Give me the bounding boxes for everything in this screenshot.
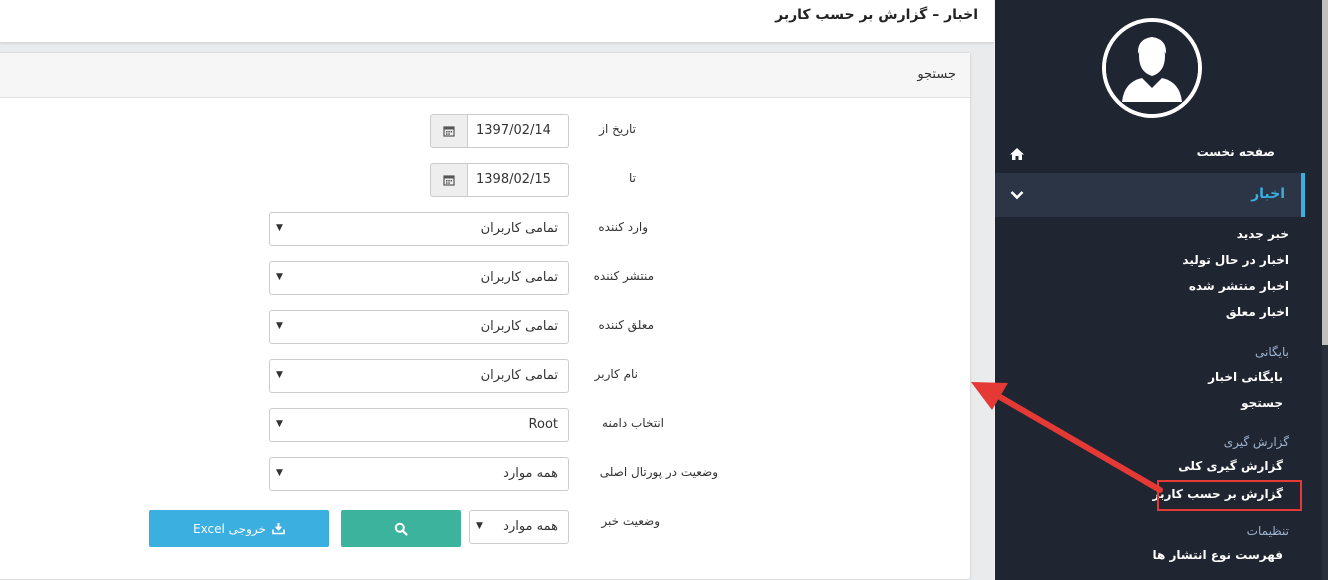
- search-button[interactable]: [341, 510, 461, 547]
- dropdown-arrow-icon: ▼: [276, 272, 283, 282]
- username-value: تمامی کاربران: [480, 368, 558, 383]
- suspended-by-label: معلق کننده: [598, 318, 654, 332]
- sidebar-item-suspended-news[interactable]: اخبار معلق: [1226, 305, 1289, 319]
- domain-value: Root: [528, 417, 558, 432]
- domain-label: انتخاب دامنه: [602, 416, 664, 430]
- profile-area: [995, 0, 1305, 140]
- dropdown-arrow-icon: ▼: [276, 321, 283, 331]
- date-from-label: تاریخ از: [599, 122, 636, 136]
- date-to-group: 1398/02/15: [430, 163, 569, 197]
- username-label: نام کاربر: [594, 367, 638, 381]
- home-icon: [1009, 147, 1025, 164]
- published-by-select[interactable]: تمامی کاربران ▼: [269, 261, 569, 295]
- dropdown-arrow-icon: ▼: [276, 223, 283, 233]
- entered-by-select[interactable]: تمامی کاربران ▼: [269, 212, 569, 246]
- domain-select[interactable]: Root ▼: [269, 408, 569, 442]
- suspended-by-select[interactable]: تمامی کاربران ▼: [269, 310, 569, 344]
- date-to-label: تا: [629, 171, 636, 185]
- calendar-button[interactable]: [430, 114, 468, 148]
- search-icon: [394, 522, 408, 536]
- panel-title: جستجو: [917, 67, 956, 82]
- sidebar-item-published-news[interactable]: اخبار منتشر شده: [1189, 279, 1289, 293]
- sidebar-item-news-archive[interactable]: بایگانی اخبار: [1208, 370, 1283, 384]
- top-title-bar: اخبار – گزارش بر حسب کاربر: [0, 0, 994, 43]
- portal-status-value: همه موارد: [503, 466, 558, 481]
- sidebar-group-archive: بایگانی: [1255, 345, 1289, 359]
- date-to-input[interactable]: 1398/02/15: [468, 163, 569, 197]
- sidebar-scrollbar[interactable]: [1322, 0, 1328, 580]
- sidebar-group-settings: تنظیمات: [1246, 524, 1289, 538]
- username-select[interactable]: تمامی کاربران ▼: [269, 359, 569, 393]
- excel-button-label: خروجی Excel: [193, 521, 266, 536]
- entered-by-label: وارد کننده: [598, 220, 648, 234]
- panel-header: جستجو: [0, 53, 970, 98]
- suspended-by-value: تمامی کاربران: [480, 319, 558, 334]
- portal-status-label: وضعیت در پورتال اصلی: [599, 465, 718, 479]
- news-status-value: همه موارد: [503, 519, 558, 534]
- sidebar-item-general-report[interactable]: گزارش گیری کلی: [1178, 459, 1283, 473]
- portal-status-select[interactable]: همه موارد ▼: [269, 457, 569, 491]
- news-section-label: اخبار: [1251, 186, 1285, 202]
- date-from-group: 1397/02/14: [430, 114, 569, 148]
- dropdown-arrow-icon: ▼: [276, 468, 283, 478]
- sidebar-scrollbar-thumb[interactable]: [1322, 0, 1328, 345]
- dropdown-arrow-icon: ▼: [476, 521, 483, 531]
- highlight-box: [1157, 480, 1302, 511]
- calendar-button[interactable]: [430, 163, 468, 197]
- dropdown-arrow-icon: ▼: [276, 370, 283, 380]
- entered-by-value: تمامی کاربران: [480, 221, 558, 236]
- sidebar-item-producing-news[interactable]: اخبار در حال تولید: [1182, 253, 1289, 267]
- sidebar-item-search[interactable]: جستجو: [1241, 396, 1283, 410]
- news-status-label: وضعیت خبر: [601, 514, 660, 528]
- sidebar-item-new-news[interactable]: خبر جدید: [1237, 227, 1289, 241]
- download-icon: [272, 523, 285, 535]
- calendar-icon: [443, 175, 455, 186]
- user-avatar-icon[interactable]: [1102, 18, 1202, 118]
- published-by-value: تمامی کاربران: [480, 270, 558, 285]
- excel-export-button[interactable]: خروجی Excel: [149, 510, 329, 547]
- date-from-input[interactable]: 1397/02/14: [468, 114, 569, 148]
- page-title: اخبار – گزارش بر حسب کاربر: [775, 7, 978, 23]
- calendar-icon: [443, 126, 455, 137]
- home-label: صفحه نخست: [1196, 145, 1275, 159]
- dropdown-arrow-icon: ▼: [276, 419, 283, 429]
- sidebar-section-news[interactable]: اخبار: [995, 173, 1305, 217]
- sidebar-item-home[interactable]: صفحه نخست: [995, 140, 1305, 172]
- published-by-label: منتشر کننده: [593, 269, 654, 283]
- news-status-select[interactable]: همه موارد ▼: [469, 510, 569, 544]
- sidebar-item-publish-types[interactable]: فهرست نوع انتشار ها: [1153, 548, 1283, 562]
- chevron-down-icon: [1010, 189, 1024, 203]
- sidebar-group-reports: گزارش گیری: [1223, 435, 1289, 449]
